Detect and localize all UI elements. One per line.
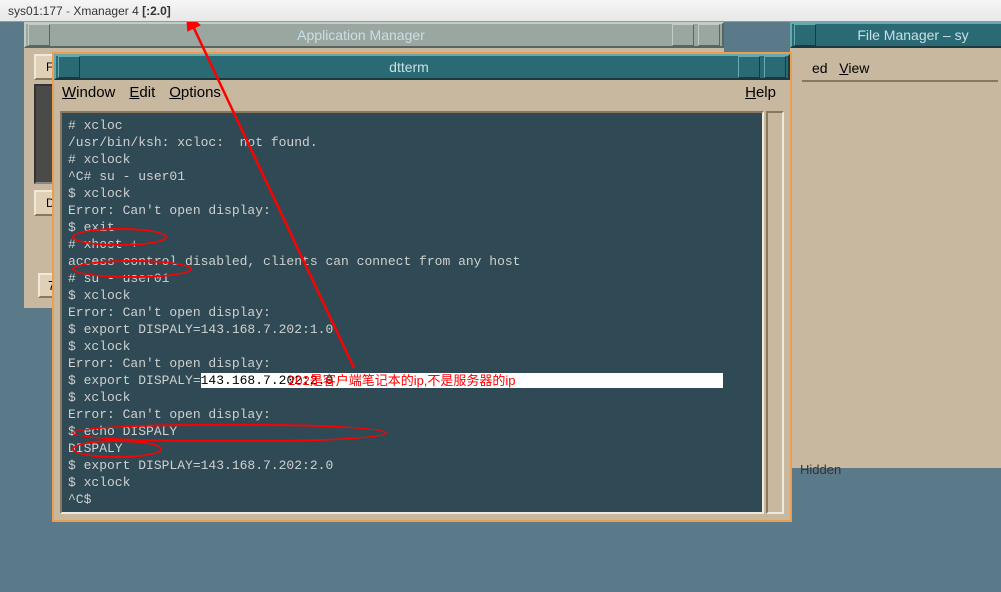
- file-manager-title: File Manager – sy: [818, 27, 1001, 43]
- xmanager-titlebar: sys01:177 - Xmanager 4 [:2.0]: [0, 0, 1001, 22]
- minimize-button[interactable]: [738, 56, 760, 78]
- xmanager-display: [:2.0]: [142, 4, 171, 18]
- menu-options[interactable]: Options: [169, 84, 221, 101]
- window-menu-button[interactable]: [794, 24, 816, 46]
- fm-menu-ed[interactable]: ed: [812, 60, 828, 76]
- menu-window[interactable]: Window: [62, 84, 115, 101]
- app-manager-title: Application Manager: [52, 27, 670, 43]
- fm-hidden-label: Hidden: [800, 462, 841, 477]
- file-manager-body: ed View Hidden: [790, 48, 1001, 468]
- dtterm-menubar: Window Edit Options Help: [54, 80, 790, 105]
- file-manager-menubar: ed View: [802, 56, 998, 82]
- window-menu-button[interactable]: [58, 56, 80, 78]
- fm-menu-view[interactable]: View: [839, 60, 869, 76]
- app-manager-titlebar[interactable]: Application Manager: [24, 22, 724, 48]
- menu-help[interactable]: Help: [745, 84, 776, 101]
- dtterm-titlebar[interactable]: dtterm: [54, 54, 790, 80]
- dtterm-title: dtterm: [82, 59, 736, 75]
- file-manager-titlebar[interactable]: File Manager – sy: [790, 22, 1001, 48]
- maximize-button[interactable]: [764, 56, 786, 78]
- maximize-button[interactable]: [698, 24, 720, 46]
- xmanager-host: sys01:177: [8, 4, 63, 18]
- dtterm-window: dtterm Window Edit Options Help # xcloc …: [52, 52, 792, 522]
- terminal-output[interactable]: # xcloc /usr/bin/ksh: xcloc: not found. …: [60, 111, 764, 514]
- window-menu-button[interactable]: [28, 24, 50, 46]
- menu-edit[interactable]: Edit: [129, 84, 155, 101]
- terminal-scrollbar[interactable]: [766, 111, 784, 514]
- xmanager-app: Xmanager 4: [73, 4, 138, 18]
- file-manager-window: File Manager – sy ed View Hidden: [790, 22, 1001, 468]
- minimize-button[interactable]: [672, 24, 694, 46]
